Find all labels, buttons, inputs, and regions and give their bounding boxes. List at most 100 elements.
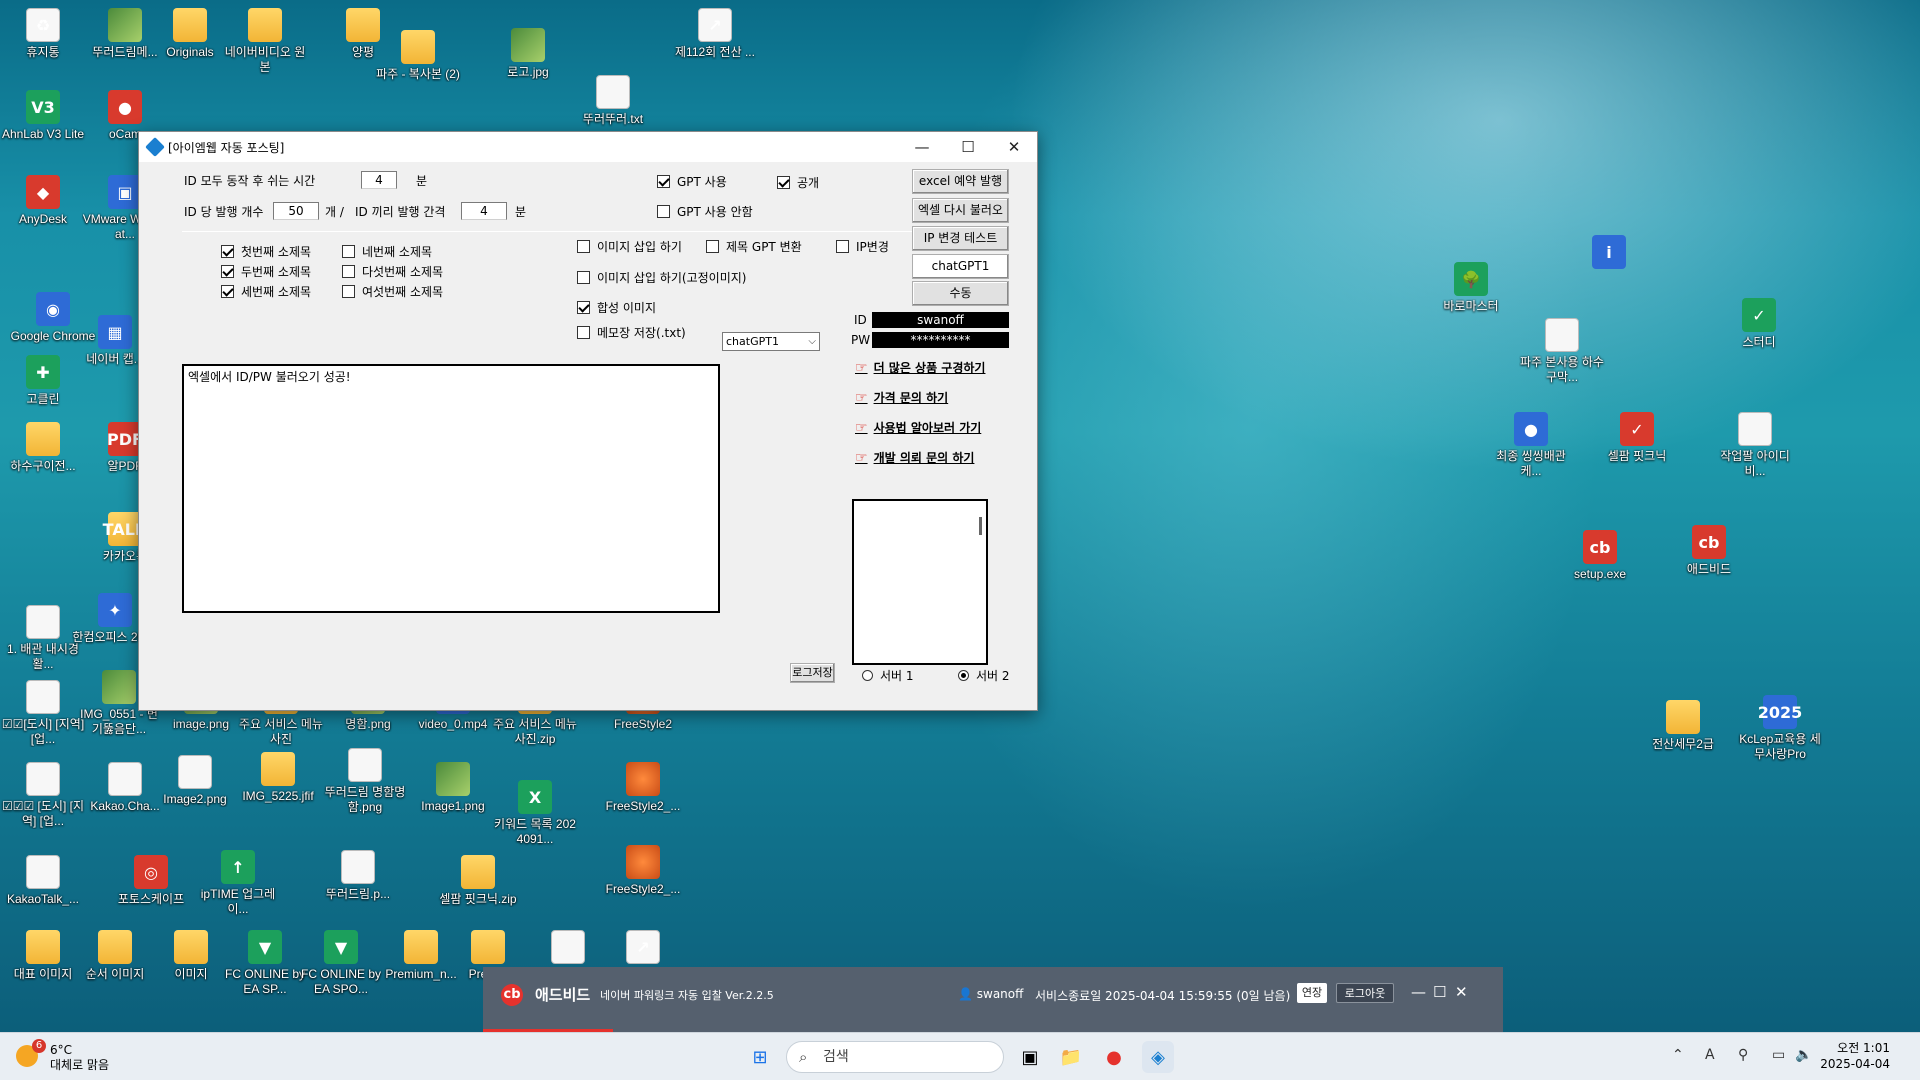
usage-guide-link[interactable]: ☞ 사용법 알아보러 가기 xyxy=(855,419,981,436)
ip-change-checkbox[interactable]: IP변경 xyxy=(836,238,889,255)
synth-image-checkbox[interactable]: 합성 이미지 xyxy=(577,299,656,316)
task-view-icon[interactable]: ▣ xyxy=(1014,1041,1046,1073)
volume-icon[interactable]: 🔈 xyxy=(1795,1047,1812,1063)
manual-button[interactable]: 수동 xyxy=(912,281,1009,306)
chatgpt-button[interactable]: chatGPT1 xyxy=(912,254,1009,279)
subtitle-5-checkbox[interactable]: 다섯번째 소제목 xyxy=(342,263,443,280)
side-list-box[interactable] xyxy=(852,499,988,665)
desktop-icon[interactable]: ▼ FC ONLINE by EA SPO... xyxy=(298,930,384,997)
dev-request-link[interactable]: ☞ 개발 의뢰 문의 하기 xyxy=(855,449,974,466)
desktop-icon[interactable]: ☑☑☑ [도시] [지역] [업... xyxy=(0,762,86,829)
id-field[interactable]: swanoff xyxy=(872,312,1009,328)
file-explorer-icon[interactable]: 📁 xyxy=(1055,1041,1087,1073)
desktop-icon[interactable]: ● 최종 씽씽배관케... xyxy=(1488,412,1574,479)
desktop-icon[interactable]: 뚜러드림 명함명함.png xyxy=(322,748,408,815)
pw-field[interactable]: ********** xyxy=(872,332,1009,348)
subtitle-1-checkbox[interactable]: 첫번째 소제목 xyxy=(221,243,311,260)
chevron-up-icon[interactable]: ⌃ xyxy=(1672,1047,1684,1063)
desktop-icon[interactable]: 뚜러드림.p... xyxy=(315,850,401,902)
desktop-icon[interactable] xyxy=(525,930,611,967)
minimize-icon[interactable]: — xyxy=(899,132,945,162)
autopost-taskbar-icon[interactable]: ◈ xyxy=(1142,1041,1174,1073)
excel-reload-button[interactable]: 엑셀 다시 불러오기 xyxy=(912,198,1009,239)
desktop-icon[interactable]: 2025 KcLep교육용 세무사랑Pro xyxy=(1737,695,1823,762)
desktop-icon[interactable]: Image2.png xyxy=(152,755,238,807)
public-checkbox[interactable]: 공개 xyxy=(777,174,819,191)
gpt-use-checkbox[interactable]: GPT 사용 xyxy=(657,173,727,190)
desktop-icon[interactable]: Originals xyxy=(147,8,233,60)
more-products-link[interactable]: ☞ 더 많은 상품 구경하기 xyxy=(855,359,985,376)
image-insert-fixed-checkbox[interactable]: 이미지 삽입 하기(고정이미지) xyxy=(577,269,746,286)
desktop-icon[interactable]: 순서 이미지 xyxy=(72,930,158,982)
taskbar-search[interactable]: ⌕ 검색 xyxy=(786,1041,1004,1073)
desktop-icon[interactable]: 네이버비디오 원 본 xyxy=(222,8,308,75)
price-inquiry-link[interactable]: ☞ 가격 문의 하기 xyxy=(855,389,948,406)
close-icon[interactable]: ✕ xyxy=(991,132,1037,162)
desktop-icon[interactable]: 로고.jpg xyxy=(485,28,571,80)
desktop-icon[interactable]: 작업팔 아이디 비... xyxy=(1712,412,1798,479)
desktop-icon[interactable]: cb 애드비드 xyxy=(1666,525,1752,577)
scrollbar-thumb[interactable] xyxy=(979,517,982,535)
desktop-icon[interactable]: ✓ 스터디 xyxy=(1716,298,1802,350)
clock[interactable]: 오전 1:01 2025-04-04 xyxy=(1820,1040,1890,1072)
desktop-icon[interactable]: ↗ xyxy=(600,930,686,967)
recycle-bin[interactable]: ♻ 휴지통 xyxy=(0,8,86,60)
interval-input[interactable]: 4 xyxy=(461,202,507,220)
network-icon[interactable]: ⚲ xyxy=(1738,1047,1748,1063)
desktop-icon[interactable]: 하수구이전... xyxy=(0,422,86,474)
desktop-icon[interactable]: cb setup.exe xyxy=(1557,530,1643,582)
title-bar[interactable]: [아이엠웹 자동 포스팅] — ☐ ✕ xyxy=(139,132,1037,162)
desktop-icon[interactable]: Image1.png xyxy=(410,762,496,814)
desktop-icon[interactable]: X 키워드 목록 2024091... xyxy=(492,780,578,847)
title-gpt-checkbox[interactable]: 제목 GPT 변환 xyxy=(706,238,802,255)
per-id-input[interactable]: 50 xyxy=(273,202,319,220)
desktop-icon[interactable]: ✓ 셀팜 핏크닉 xyxy=(1594,412,1680,464)
desktop-icon[interactable]: ↗ 제112회 전산 ... xyxy=(672,8,758,60)
minimize-icon[interactable]: — xyxy=(1411,983,1426,1001)
desktop-icon[interactable]: ◎ 포토스케이프 xyxy=(108,855,194,907)
image-insert-checkbox[interactable]: 이미지 삽입 하기 xyxy=(577,238,682,255)
desktop-icon[interactable]: 전산세무2급 xyxy=(1640,700,1726,752)
extend-button[interactable]: 연장 xyxy=(1297,983,1327,1003)
log-textarea[interactable]: 엑셀에서 ID/PW 불러오기 성공! xyxy=(182,364,720,613)
maximize-icon[interactable]: ☐ xyxy=(1433,983,1446,1001)
desktop-icon[interactable]: 파주 본사용 하수구막... xyxy=(1519,318,1605,385)
desktop-icon[interactable]: 파주 - 복사본 (2) xyxy=(375,30,461,82)
memo-save-checkbox[interactable]: 메모장 저장(.txt) xyxy=(577,324,686,341)
desktop-icon[interactable]: ✚ 고클린 xyxy=(0,355,86,407)
logout-button[interactable]: 로그아웃 xyxy=(1336,983,1394,1003)
rest-time-input[interactable]: 4 xyxy=(361,171,397,189)
ip-test-button[interactable]: IP 변경 테스트 xyxy=(912,226,1009,251)
icon-label: 명함.png xyxy=(345,717,391,731)
desktop-icon[interactable]: KakaoTalk_... xyxy=(0,855,86,907)
subtitle-6-checkbox[interactable]: 여섯번째 소제목 xyxy=(342,283,443,300)
server-1-radio[interactable]: 서버 1 xyxy=(862,667,914,684)
desktop-icon[interactable]: 셀팜 핏크닉.zip xyxy=(435,855,521,907)
log-save-button[interactable]: 로그저장 xyxy=(790,663,835,683)
desktop-icon[interactable]: ☑☑[도시] [지역] [업... xyxy=(0,680,86,747)
gpt-model-select[interactable]: chatGPT1 ⌵ xyxy=(722,332,820,351)
icon-label: AnyDesk xyxy=(18,212,68,226)
ime-icon[interactable]: A xyxy=(1705,1047,1715,1063)
desktop-icon[interactable]: 뚜러뚜러.txt xyxy=(570,75,656,127)
desktop-icon[interactable]: ↑ ipTIME 업그레이... xyxy=(195,850,281,917)
desktop-icon[interactable]: 🌳 바로마스터 xyxy=(1428,262,1514,314)
desktop-icon[interactable]: V3 AhnLab V3 Lite xyxy=(0,90,86,142)
start-icon[interactable]: ⊞ xyxy=(744,1041,776,1073)
excel-reserve-button[interactable]: excel 예약 발행 xyxy=(912,169,1009,194)
desktop-icon[interactable]: i xyxy=(1566,235,1652,272)
desktop-icon[interactable]: FreeStyle2_... xyxy=(600,762,686,814)
subtitle-3-checkbox[interactable]: 세번째 소제목 xyxy=(221,283,311,300)
adbid-taskbar-icon[interactable]: ● xyxy=(1098,1041,1130,1073)
subtitle-4-checkbox[interactable]: 네번째 소제목 xyxy=(342,243,432,260)
maximize-icon[interactable]: ☐ xyxy=(945,132,991,162)
display-icon[interactable]: ▭ xyxy=(1772,1047,1785,1063)
desktop-icon[interactable]: ◆ AnyDesk xyxy=(0,175,86,227)
gpt-no-checkbox[interactable]: GPT 사용 안함 xyxy=(657,203,753,220)
server-2-radio[interactable]: 서버 2 xyxy=(958,667,1010,684)
subtitle-2-checkbox[interactable]: 두번째 소제목 xyxy=(221,263,311,280)
desktop-icon[interactable]: IMG_5225.jfif xyxy=(235,752,321,804)
desktop-icon[interactable]: ▼ FC ONLINE by EA SP... xyxy=(222,930,308,997)
desktop-icon[interactable]: FreeStyle2_... xyxy=(600,845,686,897)
close-icon[interactable]: ✕ xyxy=(1455,983,1468,1001)
